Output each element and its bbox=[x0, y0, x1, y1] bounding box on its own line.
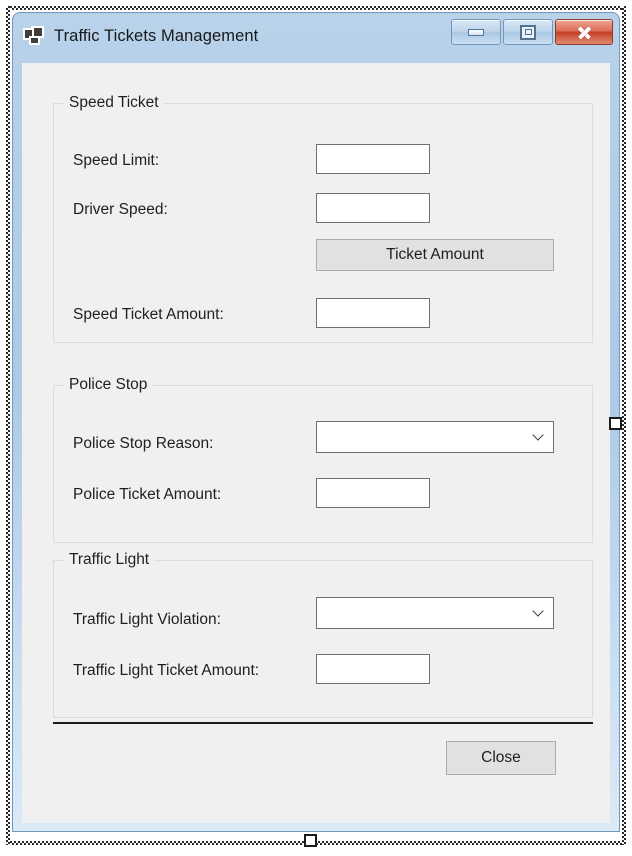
traffic-light-violation-combobox[interactable] bbox=[316, 597, 554, 629]
speed-limit-input[interactable] bbox=[316, 144, 430, 174]
speed-ticket-amount-input[interactable] bbox=[316, 298, 430, 328]
window-controls bbox=[451, 19, 613, 45]
label-speed-limit: Speed Limit: bbox=[73, 152, 160, 169]
group-police-stop: Police Stop bbox=[53, 376, 593, 543]
application-window: Traffic Tickets Management Speed Ticket … bbox=[12, 12, 620, 832]
minimize-button[interactable] bbox=[451, 19, 501, 45]
chevron-down-icon bbox=[533, 607, 544, 618]
designer-selection-edge-right bbox=[622, 6, 626, 845]
resize-handle-bottom[interactable] bbox=[304, 834, 317, 847]
minimize-icon bbox=[468, 28, 484, 36]
label-traffic-light-violation: Traffic Light Violation: bbox=[73, 611, 221, 628]
resize-handle-right[interactable] bbox=[609, 417, 622, 430]
group-traffic-light-title: Traffic Light bbox=[64, 551, 155, 569]
maximize-button[interactable] bbox=[503, 19, 553, 45]
window-close-button[interactable] bbox=[555, 19, 613, 45]
traffic-light-ticket-amount-input[interactable] bbox=[316, 654, 430, 684]
group-speed-ticket-title: Speed Ticket bbox=[64, 94, 164, 112]
driver-speed-input[interactable] bbox=[316, 193, 430, 223]
winforms-app-icon bbox=[23, 26, 45, 46]
police-stop-reason-combobox[interactable] bbox=[316, 421, 554, 453]
designer-selection-edge-top bbox=[6, 6, 626, 10]
group-traffic-light: Traffic Light bbox=[53, 551, 593, 718]
maximize-icon bbox=[520, 24, 536, 40]
close-form-button[interactable]: Close bbox=[446, 741, 556, 775]
form-designer-surface: Traffic Tickets Management Speed Ticket … bbox=[0, 0, 632, 856]
chevron-down-icon bbox=[533, 431, 544, 442]
window-title: Traffic Tickets Management bbox=[54, 26, 259, 45]
close-icon bbox=[577, 25, 592, 40]
group-police-stop-title: Police Stop bbox=[64, 376, 153, 394]
label-speed-ticket-amount: Speed Ticket Amount: bbox=[73, 306, 224, 323]
title-bar[interactable]: Traffic Tickets Management bbox=[13, 13, 619, 59]
label-driver-speed: Driver Speed: bbox=[73, 201, 168, 218]
label-police-ticket-amount: Police Ticket Amount: bbox=[73, 486, 222, 503]
form-client-area: Speed Ticket Speed Limit: Driver Speed: … bbox=[22, 63, 610, 823]
police-ticket-amount-input[interactable] bbox=[316, 478, 430, 508]
ticket-amount-button[interactable]: Ticket Amount bbox=[316, 239, 554, 271]
designer-selection-edge-left bbox=[6, 6, 10, 845]
label-traffic-light-ticket-amount: Traffic Light Ticket Amount: bbox=[73, 662, 260, 679]
footer-separator bbox=[53, 722, 593, 724]
label-police-stop-reason: Police Stop Reason: bbox=[73, 435, 214, 452]
